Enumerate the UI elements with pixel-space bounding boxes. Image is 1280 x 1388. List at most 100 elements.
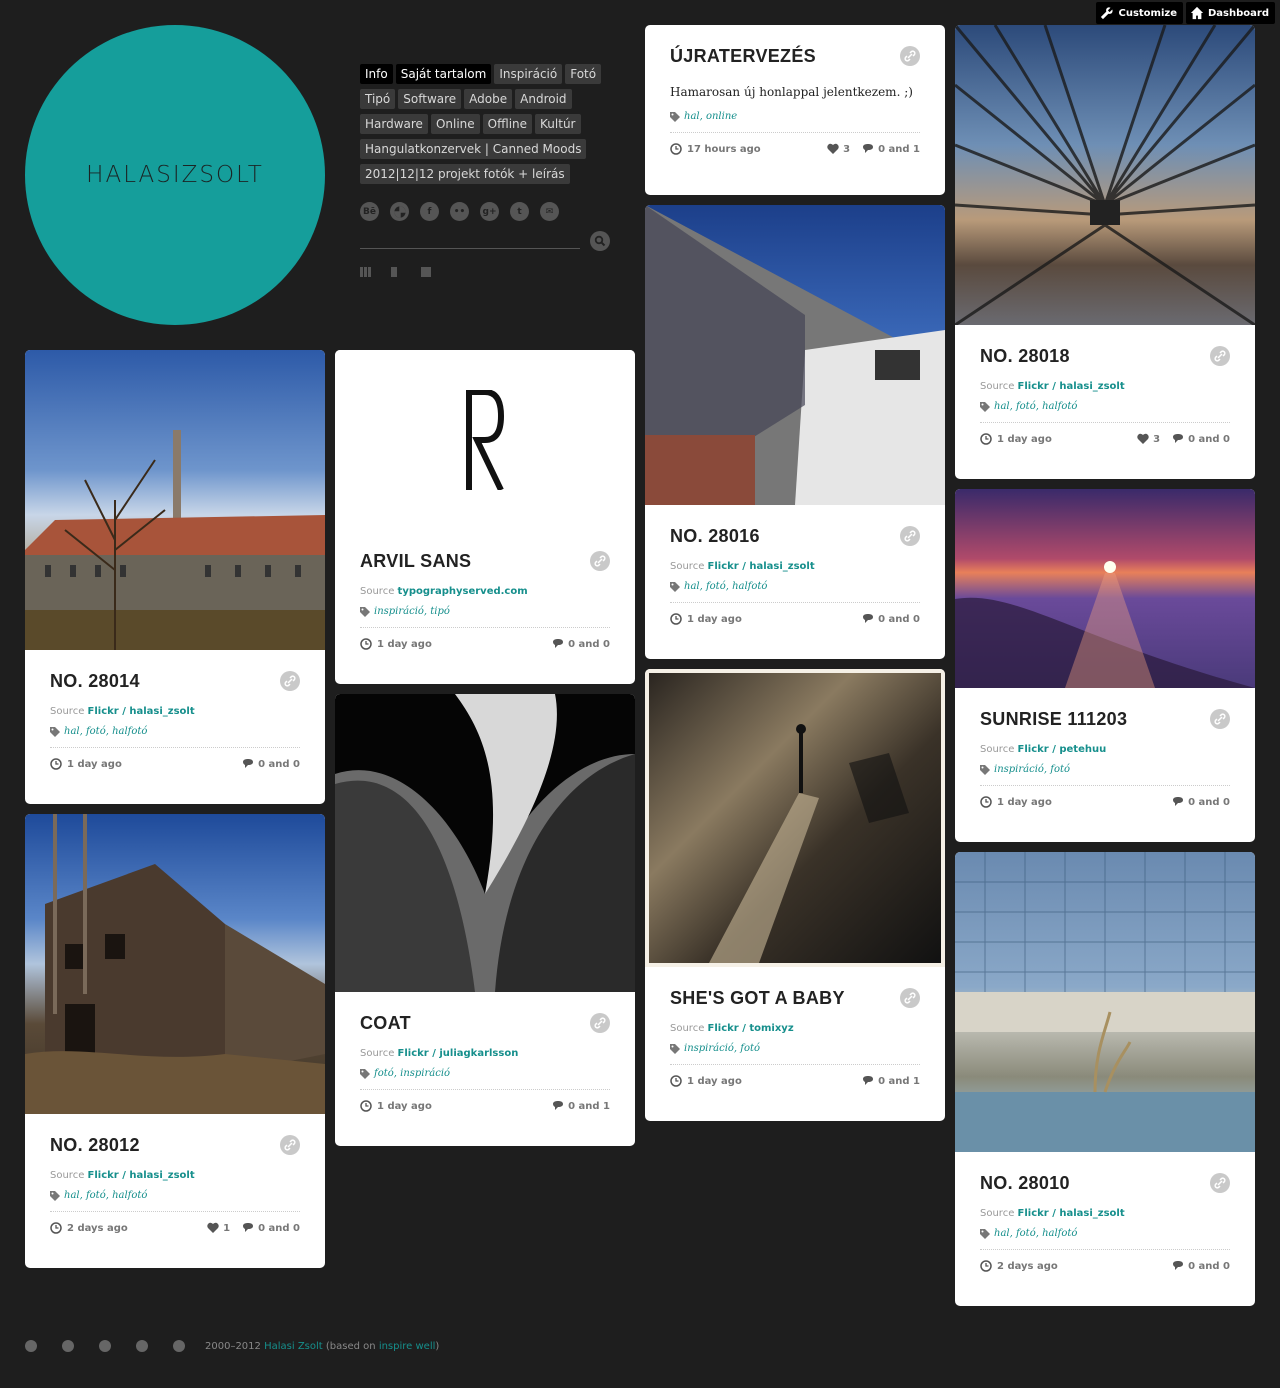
nav-item-hardware[interactable]: Hardware (360, 114, 428, 134)
permalink-button[interactable] (1210, 1173, 1230, 1193)
footer-theme-link[interactable]: inspire well (379, 1341, 436, 1352)
post-time[interactable]: 2 days ago (997, 1261, 1058, 1272)
post-title[interactable]: NO. 28018 (980, 345, 1230, 367)
post-time[interactable]: 1 day ago (687, 614, 742, 625)
site-logo[interactable]: HALASIZSOLT (25, 25, 325, 325)
search-input[interactable] (360, 248, 580, 249)
post-time[interactable]: 2 days ago (67, 1223, 128, 1234)
permalink-button[interactable] (280, 671, 300, 691)
nav-item-projekt[interactable]: 2012|12|12 projekt fotók + leírás (360, 164, 570, 184)
permalink-button[interactable] (280, 1135, 300, 1155)
comment-count[interactable]: 0 and 1 (568, 1101, 610, 1112)
post-image-glyph[interactable] (335, 350, 635, 530)
post-title[interactable]: NO. 28016 (670, 525, 920, 547)
permalink-button[interactable] (590, 551, 610, 571)
comment-count[interactable]: 0 and 0 (568, 639, 610, 650)
nav-item-sajat-tartalom[interactable]: Saját tartalom (395, 64, 492, 84)
facebook-icon[interactable]: f (420, 202, 439, 221)
behance-icon[interactable]: Bē (360, 202, 379, 221)
nav-item-foto[interactable]: Fotó (565, 64, 602, 84)
link-icon (1214, 713, 1226, 725)
search-button[interactable] (590, 231, 610, 251)
post-time[interactable]: 1 day ago (377, 639, 432, 650)
site-footer: 2000–2012 Halasi Zsolt (based on inspire… (25, 1340, 439, 1352)
history-icon[interactable] (173, 1340, 185, 1352)
post-title[interactable]: ARVIL SANS (360, 550, 610, 572)
admin-bar: Customize Dashboard (1096, 2, 1275, 24)
tag-icon (980, 401, 990, 412)
footer-author-link[interactable]: Halasi Zsolt (264, 1341, 323, 1352)
clock-icon (670, 143, 682, 155)
like-count[interactable]: 3 (1153, 434, 1160, 445)
post-title[interactable]: COAT (360, 1012, 610, 1034)
post-title[interactable]: NO. 28014 (50, 670, 300, 692)
post-photo-bridge[interactable] (955, 25, 1255, 325)
customize-button[interactable]: Customize (1096, 2, 1183, 24)
post-time[interactable]: 1 day ago (997, 434, 1052, 445)
post-tags: inspiráció, tipó (360, 606, 610, 617)
post-title[interactable]: SHE'S GOT A BABY (670, 987, 920, 1009)
comment-count[interactable]: 0 and 1 (878, 144, 920, 155)
post-title[interactable]: NO. 28012 (50, 1134, 300, 1156)
comment-count[interactable]: 0 and 0 (1188, 797, 1230, 808)
post-time[interactable]: 1 day ago (67, 759, 122, 770)
permalink-button[interactable] (1210, 709, 1230, 729)
layout-switcher (360, 267, 431, 277)
comment-count[interactable]: 0 and 0 (1188, 1261, 1230, 1272)
dashboard-button[interactable]: Dashboard (1186, 2, 1275, 24)
flickr-icon[interactable]: •• (450, 202, 469, 221)
post-photo-pool[interactable] (955, 852, 1255, 1152)
nav-item-adobe[interactable]: Adobe (464, 89, 513, 109)
post-title[interactable]: NO. 28010 (980, 1172, 1230, 1194)
post-photo-ruin[interactable] (25, 814, 325, 1114)
post-card-arvil-sans: ARVIL SANS Source typographyserved.com i… (335, 350, 635, 684)
archive-icon[interactable] (62, 1340, 74, 1352)
layout-columns-icon[interactable] (360, 267, 371, 277)
scroll-top-icon[interactable] (25, 1340, 37, 1352)
post-tags: hal, fotó, halfotó (670, 581, 920, 592)
comment-count[interactable]: 0 and 0 (1188, 434, 1230, 445)
permalink-button[interactable] (590, 1013, 610, 1033)
email-icon[interactable]: ✉ (540, 202, 559, 221)
nav-item-kultur[interactable]: Kultúr (535, 114, 581, 134)
dribbble-icon[interactable] (390, 202, 409, 221)
permalink-button[interactable] (900, 46, 920, 66)
random-icon[interactable] (136, 1340, 148, 1352)
post-time[interactable]: 17 hours ago (687, 144, 761, 155)
twitter-icon[interactable]: t (510, 202, 529, 221)
comment-count[interactable]: 0 and 0 (258, 759, 300, 770)
like-count[interactable]: 3 (843, 144, 850, 155)
post-title[interactable]: ÚJRATERVEZÉS (670, 45, 920, 67)
rss-icon[interactable] (99, 1340, 111, 1352)
link-icon (904, 50, 916, 62)
nav-item-online[interactable]: Online (430, 114, 480, 134)
post-photo-sunrise[interactable] (955, 489, 1255, 688)
nav-item-tipo[interactable]: Tipó (360, 89, 396, 109)
layout-single-icon[interactable] (391, 267, 397, 277)
post-photo-street[interactable] (645, 669, 945, 967)
nav-item-hangulatkonzervek[interactable]: Hangulatkonzervek | Canned Moods (360, 139, 587, 159)
post-title[interactable]: SUNRISE 111203 (980, 708, 1230, 730)
comment-icon (863, 1076, 874, 1085)
permalink-button[interactable] (900, 988, 920, 1008)
post-time[interactable]: 1 day ago (997, 797, 1052, 808)
post-photo-coat[interactable] (335, 694, 635, 992)
comment-count[interactable]: 0 and 1 (878, 1076, 920, 1087)
nav-item-inspiracio[interactable]: Inspiráció (494, 64, 563, 84)
permalink-button[interactable] (900, 526, 920, 546)
nav-item-android[interactable]: Android (515, 89, 572, 109)
permalink-button[interactable] (1210, 346, 1230, 366)
nav-item-info[interactable]: Info (360, 64, 393, 84)
comment-count[interactable]: 0 and 0 (258, 1223, 300, 1234)
comment-count[interactable]: 0 and 0 (878, 614, 920, 625)
post-photo-building[interactable] (645, 205, 945, 505)
post-time[interactable]: 1 day ago (377, 1101, 432, 1112)
googleplus-icon[interactable]: g+ (480, 202, 499, 221)
layout-grid-icon[interactable] (421, 267, 431, 277)
nav-item-offline[interactable]: Offline (482, 114, 533, 134)
like-count[interactable]: 1 (223, 1223, 230, 1234)
nav-item-software[interactable]: Software (398, 89, 462, 109)
post-time[interactable]: 1 day ago (687, 1076, 742, 1087)
post-photo-factory[interactable] (25, 350, 325, 650)
link-icon (1214, 1177, 1226, 1189)
